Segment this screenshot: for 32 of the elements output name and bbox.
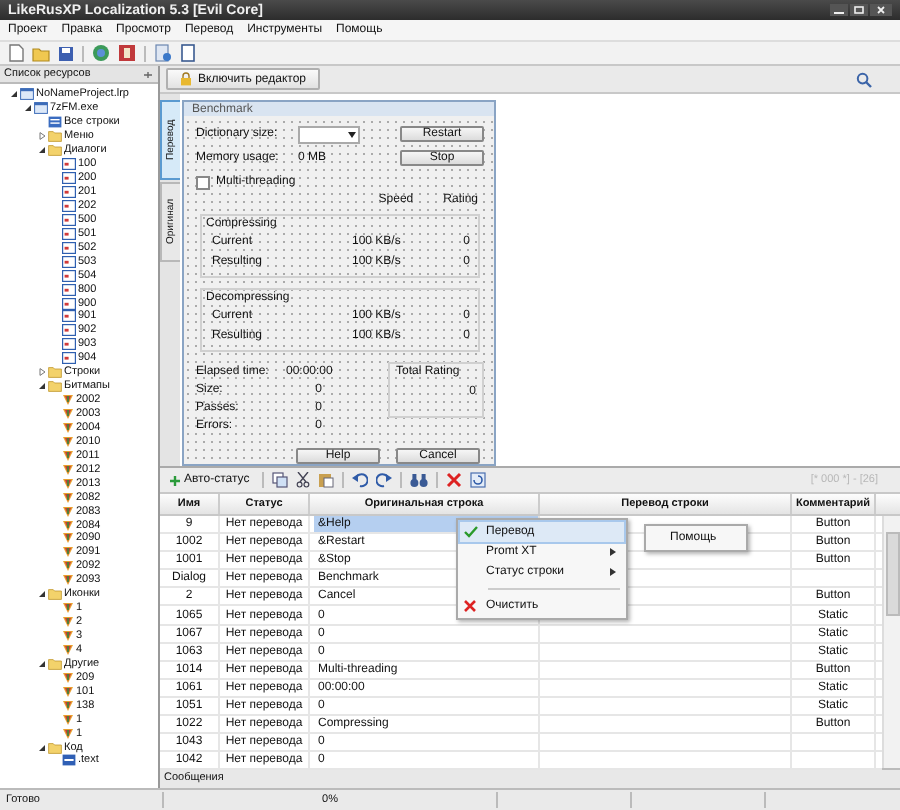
code-file-icon	[62, 754, 76, 767]
search-icon[interactable]	[856, 71, 872, 87]
lock-icon	[180, 72, 192, 86]
checkbox[interactable]	[196, 175, 210, 189]
submenu-arrow-icon	[610, 548, 616, 556]
delete-icon[interactable]	[445, 472, 462, 488]
copy-icon[interactable]	[271, 472, 288, 488]
scissors-icon[interactable]	[295, 472, 310, 488]
scrollbar[interactable]	[882, 516, 900, 768]
caret-icon	[348, 131, 356, 137]
save-icon[interactable]	[58, 45, 74, 61]
list-icon	[48, 116, 62, 129]
new-file-icon[interactable]	[8, 44, 24, 62]
refresh-icon[interactable]	[469, 472, 486, 488]
expand-icon[interactable]	[37, 368, 45, 377]
folder-icon	[48, 657, 62, 670]
page-icon[interactable]	[180, 44, 196, 62]
dictionary-size-dropdown[interactable]	[298, 125, 360, 143]
minimize-icon[interactable]	[830, 4, 848, 16]
folder-icon	[48, 741, 62, 754]
undo-icon[interactable]	[351, 472, 368, 488]
close-icon[interactable]	[870, 4, 892, 16]
box-icon[interactable]	[118, 44, 136, 62]
folder-icon	[48, 588, 62, 601]
maximize-icon[interactable]	[850, 4, 868, 16]
delete-icon	[464, 600, 476, 612]
expand-icon[interactable]	[37, 132, 45, 141]
clipboard-icon[interactable]	[317, 472, 334, 488]
binoculars-icon[interactable]	[409, 472, 428, 488]
document-icon[interactable]	[154, 44, 172, 62]
redo-icon[interactable]	[375, 472, 392, 488]
submenu-arrow-icon	[610, 568, 616, 576]
